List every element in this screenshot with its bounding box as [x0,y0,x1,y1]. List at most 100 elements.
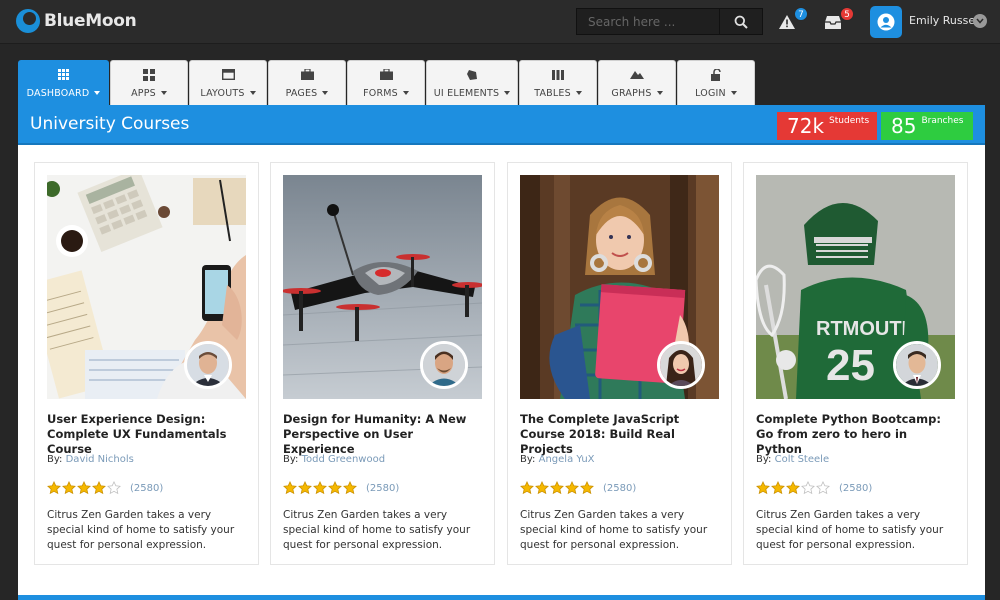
star-filled-icon [92,481,106,495]
star-filled-icon [786,481,800,495]
tab-tables[interactable]: TABLES [519,60,597,105]
instructor-avatar [184,341,232,389]
instructor-avatar [657,341,705,389]
rating-stars: (2580) [520,481,636,495]
inbox-badge: 5 [840,7,854,21]
course-author-line: By: David Nichols [47,454,134,465]
rating-count: (2580) [366,482,400,494]
by-label: By: [47,454,63,465]
rating-count: (2580) [603,482,637,494]
star-filled-icon [62,481,76,495]
tab-label: GRAPHS [611,88,662,99]
star-filled-icon [298,481,312,495]
course-title[interactable]: The Complete JavaScript Course 2018: Bui… [520,412,720,457]
alerts-button[interactable]: 7 [776,7,808,33]
main-nav: DASHBOARD APPS LAYOUTS PAGES FORMS UI EL… [18,60,756,105]
by-label: By: [520,454,536,465]
course-card[interactable]: Design for Humanity: A New Perspective o… [270,162,495,565]
course-card[interactable]: RTMOUTH 25 Complete Python Bootcamp: Go … [743,162,968,565]
svg-text:25: 25 [826,341,875,390]
tab-dashboard[interactable]: DASHBOARD [18,60,109,105]
tab-label: LAYOUTS [200,88,255,99]
brand-logo[interactable]: BlueMoon [16,8,137,34]
course-description: Citrus Zen Garden takes a very special k… [756,509,944,551]
tab-label: APPS [131,88,167,99]
star-filled-icon [77,481,91,495]
user-icon [877,13,895,31]
by-label: By: [756,454,772,465]
stat-value: 85 [891,114,917,138]
star-filled-icon [756,481,770,495]
course-description: Citrus Zen Garden takes a very special k… [520,509,708,551]
briefcase-icon [300,68,314,82]
panel-title: University Courses [30,114,190,134]
rating-stars: (2580) [756,481,872,495]
user-name[interactable]: Emily Russell [909,14,981,27]
tab-label: TABLES [534,88,582,99]
tab-forms[interactable]: FORMS [347,60,425,105]
branches-stat: 85 Branches [881,112,973,140]
author-link[interactable]: Colt Steele [775,454,829,465]
brand-name: BlueMoon [44,11,137,31]
star-filled-icon [313,481,327,495]
course-author-line: By: Colt Steele [756,454,829,465]
warning-icon [779,15,795,29]
alerts-badge: 7 [794,7,808,21]
tab-label: PAGES [286,88,329,99]
star-filled-icon [47,481,61,495]
layout-icon [221,68,235,82]
course-title[interactable]: Design for Humanity: A New Perspective o… [283,412,483,457]
panel-footer-bar [18,595,985,600]
author-link[interactable]: Todd Greenwood [302,454,385,465]
star-filled-icon [580,481,594,495]
courses-panel: University Courses 72k Students 85 Branc… [18,105,985,600]
top-bar: BlueMoon 7 5 Emily Russell [0,0,1000,44]
author-link[interactable]: David Nichols [66,454,134,465]
star-filled-icon [535,481,549,495]
students-stat: 72k Students [777,112,877,140]
star-filled-icon [283,481,297,495]
stat-value: 72k [787,114,825,138]
apps-icon [143,68,155,82]
star-filled-icon [771,481,785,495]
tab-label: DASHBOARD [27,88,101,99]
svg-text:RTMOUTH: RTMOUTH [816,318,916,340]
course-description: Citrus Zen Garden takes a very special k… [283,509,471,551]
author-link[interactable]: Angela YuX [539,454,595,465]
inbox-icon [825,15,841,29]
star-filled-icon [520,481,534,495]
search-box [576,8,763,35]
grid-icon [58,68,69,82]
stat-caption: Students [829,116,870,126]
inbox-button[interactable]: 5 [822,7,854,33]
panel-header: University Courses 72k Students 85 Branc… [18,105,985,145]
course-description: Citrus Zen Garden takes a very special k… [47,509,235,551]
course-card[interactable]: The Complete JavaScript Course 2018: Bui… [507,162,732,565]
search-button[interactable] [719,9,762,34]
stat-caption: Branches [921,116,964,126]
course-card[interactable]: User Experience Design: Complete UX Fund… [34,162,259,565]
tab-layouts[interactable]: LAYOUTS [189,60,267,105]
rating-stars: (2580) [283,481,399,495]
instructor-avatar [893,341,941,389]
tab-label: FORMS [363,88,409,99]
star-filled-icon [550,481,564,495]
course-title[interactable]: User Experience Design: Complete UX Fund… [47,412,247,457]
moon-logo-icon [16,9,40,33]
tab-login[interactable]: LOGIN [677,60,755,105]
tab-graphs[interactable]: GRAPHS [598,60,676,105]
user-avatar[interactable] [870,6,902,38]
search-input[interactable] [577,9,719,34]
star-empty-icon [816,481,830,495]
tab-apps[interactable]: APPS [110,60,188,105]
course-title[interactable]: Complete Python Bootcamp: Go from zero t… [756,412,956,457]
tab-ui-elements[interactable]: UI ELEMENTS [426,60,518,105]
tab-pages[interactable]: PAGES [268,60,346,105]
course-author-line: By: Angela YuX [520,454,595,465]
instructor-avatar [420,341,468,389]
by-label: By: [283,454,299,465]
star-empty-icon [801,481,815,495]
search-icon [734,15,748,29]
tab-label: LOGIN [695,88,737,99]
user-menu-chevron-icon[interactable] [973,14,987,28]
